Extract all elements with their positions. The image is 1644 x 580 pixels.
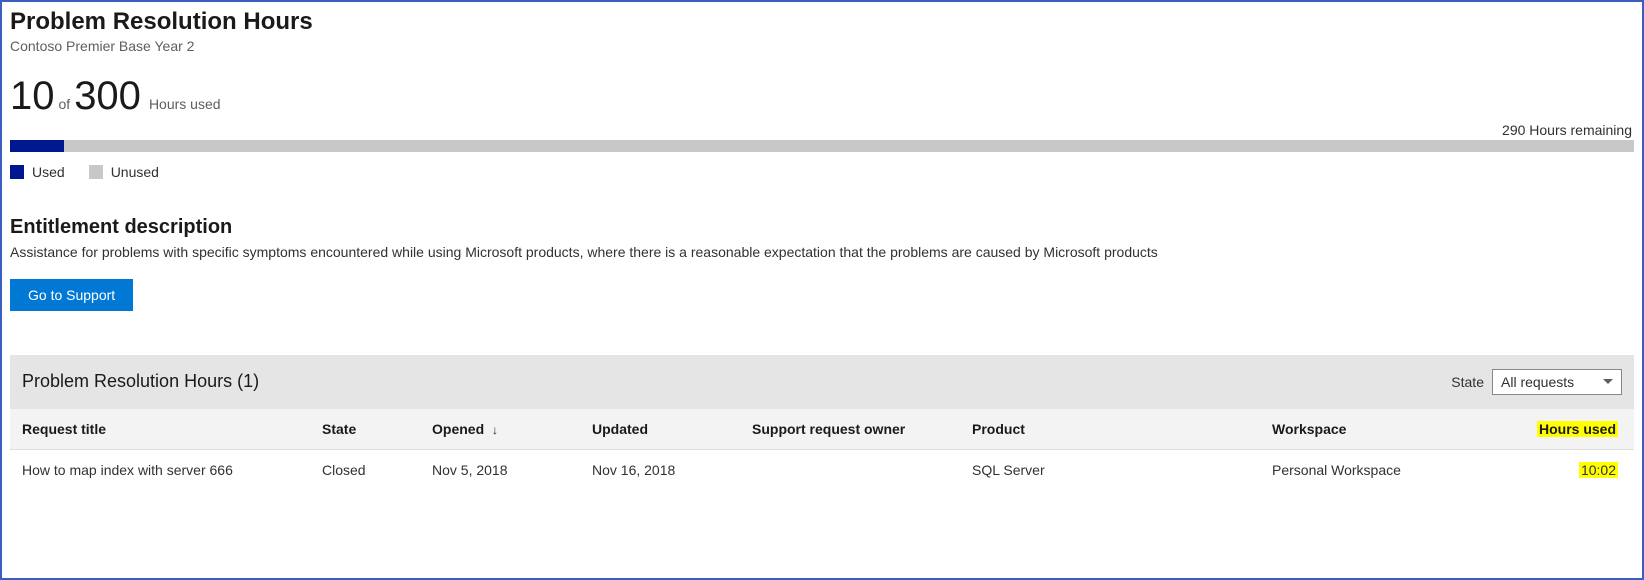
cell-workspace: Personal Workspace xyxy=(1260,449,1500,490)
col-owner[interactable]: Support request owner xyxy=(740,409,960,450)
cell-state: Closed xyxy=(310,449,420,490)
state-filter-value: All requests xyxy=(1501,374,1574,390)
sort-down-icon: ↓ xyxy=(492,423,498,437)
hours-total-value: 300 xyxy=(74,76,141,116)
table-header-row: Request title State Opened ↓ Updated Sup… xyxy=(10,409,1634,450)
cell-hours-used-value: 10:02 xyxy=(1579,462,1618,478)
cell-opened: Nov 5, 2018 xyxy=(420,449,580,490)
col-opened-label: Opened xyxy=(432,421,484,437)
usage-summary: 10 of 300 Hours used xyxy=(10,76,1634,116)
legend-item-unused: Unused xyxy=(89,164,159,180)
cell-updated: Nov 16, 2018 xyxy=(580,449,740,490)
table-row[interactable]: How to map index with server 666 Closed … xyxy=(10,449,1634,490)
col-request-title[interactable]: Request title xyxy=(10,409,310,450)
chevron-down-icon xyxy=(1603,379,1613,384)
go-to-support-button[interactable]: Go to Support xyxy=(10,279,133,311)
of-label: of xyxy=(59,96,71,112)
hours-used-label: Hours used xyxy=(149,96,221,112)
cell-product: SQL Server xyxy=(960,449,1260,490)
page-title: Problem Resolution Hours xyxy=(10,8,1634,36)
state-filter-select[interactable]: All requests xyxy=(1492,369,1622,395)
swatch-used-icon xyxy=(10,165,24,179)
swatch-unused-icon xyxy=(89,165,103,179)
col-updated[interactable]: Updated xyxy=(580,409,740,450)
entitlement-description: Assistance for problems with specific sy… xyxy=(10,243,1634,263)
cell-hours-used: 10:02 xyxy=(1500,449,1634,490)
page-subtitle: Contoso Premier Base Year 2 xyxy=(10,38,1634,54)
col-workspace[interactable]: Workspace xyxy=(1260,409,1500,450)
table-title: Problem Resolution Hours (1) xyxy=(22,371,259,392)
entitlement-heading: Entitlement description xyxy=(10,216,1634,239)
cell-owner xyxy=(740,449,960,490)
legend-unused-label: Unused xyxy=(111,164,159,180)
col-product[interactable]: Product xyxy=(960,409,1260,450)
hours-used-value: 10 xyxy=(10,76,55,116)
col-hours-used-label: Hours used xyxy=(1537,421,1618,437)
legend: Used Unused xyxy=(10,164,1634,180)
col-hours-used[interactable]: Hours used xyxy=(1500,409,1634,450)
table-header-bar: Problem Resolution Hours (1) State All r… xyxy=(10,355,1634,409)
requests-table: Request title State Opened ↓ Updated Sup… xyxy=(10,409,1634,490)
state-filter: State All requests xyxy=(1451,369,1622,395)
cell-request-title: How to map index with server 666 xyxy=(10,449,310,490)
col-opened[interactable]: Opened ↓ xyxy=(420,409,580,450)
legend-item-used: Used xyxy=(10,164,65,180)
col-state[interactable]: State xyxy=(310,409,420,450)
state-filter-label: State xyxy=(1451,374,1484,390)
usage-progress-bar xyxy=(10,140,1634,152)
hours-remaining: 290 Hours remaining xyxy=(10,122,1634,138)
legend-used-label: Used xyxy=(32,164,65,180)
usage-progress-fill xyxy=(10,140,64,152)
requests-table-section: Problem Resolution Hours (1) State All r… xyxy=(10,355,1634,490)
